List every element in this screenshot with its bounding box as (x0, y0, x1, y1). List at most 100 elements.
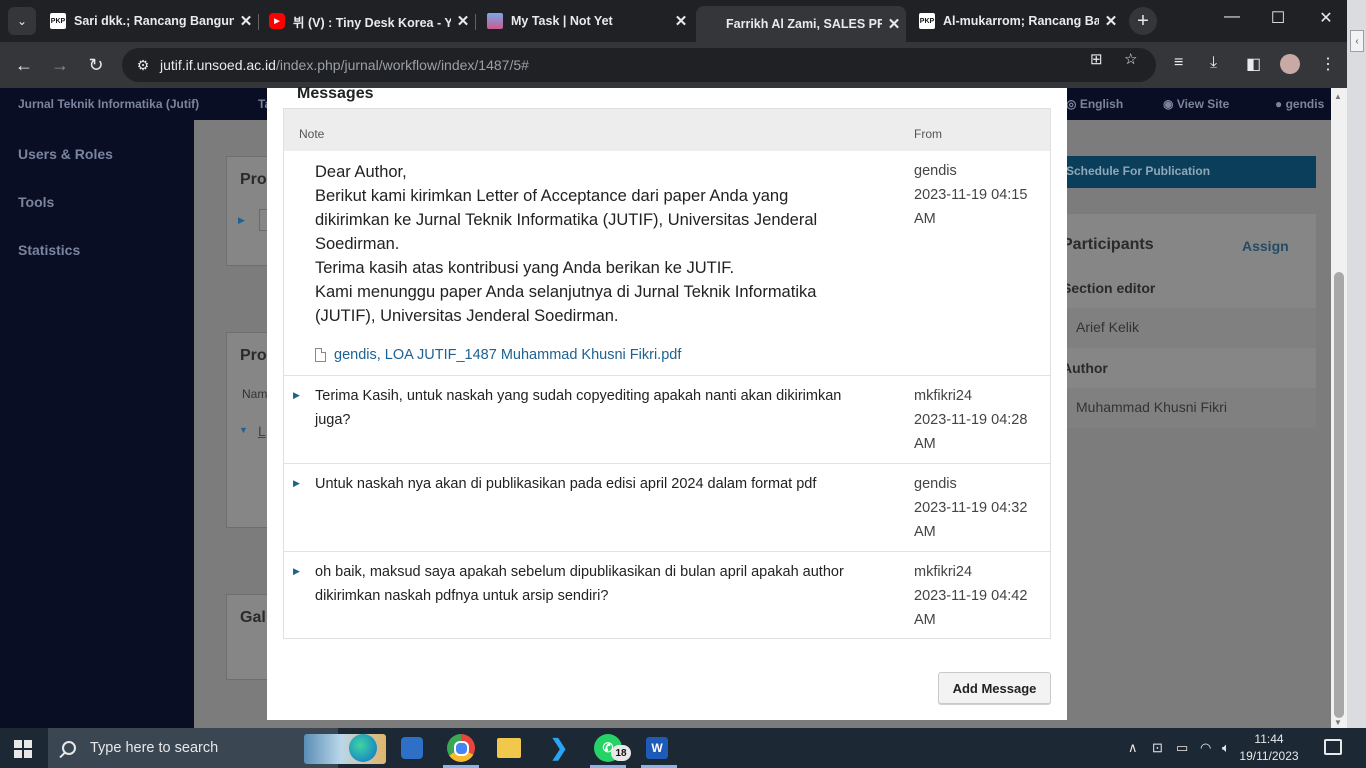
message-date: 2023-11-19 04:42 (914, 588, 1028, 604)
microsoft-word-icon[interactable]: W (646, 737, 668, 759)
expand-triangle-icon[interactable]: ▶ (238, 215, 245, 226)
expand-triangle-icon[interactable]: ▶ (293, 566, 300, 577)
message-from: mkfikri24 2023-11-19 04:42 AM (914, 560, 1034, 632)
close-tab-icon[interactable]: ✕ (234, 12, 258, 30)
message-line: Kami menunggu paper Anda selanjutnya di … (315, 283, 817, 301)
whatsapp-unread-badge: 18 (611, 745, 631, 761)
message-row[interactable]: ▶ oh baik, maksud saya apakah sebelum di… (284, 551, 1050, 638)
vscode-icon[interactable]: ❯ (545, 734, 573, 762)
message-line: dikirimkan ke Jurnal Teknik Informatika … (315, 211, 818, 229)
pkp-favicon-icon: PKP (919, 13, 935, 29)
media-controls-icon[interactable]: ≡ (1174, 54, 1183, 72)
messages-table: Note From Dear Author, Berikut kami kiri… (283, 108, 1051, 639)
file-link-partial[interactable]: L (258, 423, 266, 439)
modal-title: Messages (297, 85, 374, 102)
participant-group-label: Author (1062, 360, 1108, 376)
close-tab-icon[interactable]: ✕ (882, 15, 906, 33)
view-site-link[interactable]: ◉ View Site (1163, 97, 1229, 111)
column-header-from: From (914, 127, 942, 141)
tab-sari-rancang-bangun[interactable]: PKP Sari dkk.; Rancang Bangun ✕ (40, 6, 258, 36)
windows-start-icon[interactable] (14, 740, 32, 758)
minimize-window-icon[interactable]: — (1209, 8, 1255, 26)
message-date: 2023-11-19 04:28 (914, 412, 1028, 428)
message-row[interactable]: ▶ Untuk naskah nya akan di publikasikan … (284, 463, 1050, 551)
chrome-icon[interactable] (447, 734, 475, 762)
tab-al-mukarrom[interactable]: PKP Al-mukarrom; Rancang Ban ✕ (909, 6, 1123, 36)
address-bar[interactable]: ⚙ jutif.if.unsoed.ac.id/index.php/jurnal… (122, 48, 1156, 82)
search-placeholder: Type here to search (90, 740, 219, 756)
participants-panel: Participants Assign Section editor Arief… (1052, 214, 1316, 428)
participant-name: Arief Kelik (1076, 319, 1140, 335)
message-row[interactable]: ▶ Terima Kasih, untuk naskah yang sudah … (284, 375, 1050, 463)
message-sender: gendis (914, 163, 957, 179)
microsoft-store-icon[interactable] (401, 737, 423, 759)
close-tab-icon[interactable]: ✕ (669, 12, 693, 30)
message-from: gendis 2023-11-19 04:15 AM (914, 159, 1034, 231)
file-icon (315, 348, 326, 362)
attachment-link[interactable]: gendis, LOA JUTIF_1487 Muhammad Khusni F… (315, 347, 681, 363)
message-note: Terima Kasih, untuk naskah yang sudah co… (315, 388, 842, 428)
assign-link[interactable]: Assign (1242, 238, 1289, 254)
journal-title[interactable]: Jurnal Teknik Informatika (Jutif) (18, 97, 199, 111)
page-scrollbar-thumb[interactable] (1334, 272, 1344, 718)
close-window-icon[interactable]: ✕ (1303, 8, 1349, 28)
expand-triangle-icon[interactable]: ▼ (239, 425, 248, 435)
user-menu[interactable]: ● gendis (1275, 97, 1324, 111)
chrome-menu-icon[interactable]: ⋮ (1320, 54, 1336, 74)
message-from: mkfikri24 2023-11-19 04:28 AM (914, 384, 1034, 456)
close-tab-icon[interactable]: ✕ (451, 12, 475, 30)
language-menu[interactable]: ◎ English (1066, 97, 1123, 111)
attachment-filename[interactable]: gendis, LOA JUTIF_1487 Muhammad Khusni F… (334, 347, 681, 363)
column-header-note: Note (299, 127, 325, 141)
tab-farrikh-al-zami-active[interactable]: Farrikh Al Zami, SALES PRE ✕ (696, 6, 906, 42)
scroll-down-arrow-icon[interactable]: ▼ (1334, 718, 1342, 727)
tab-title: Farrikh Al Zami, SALES PRE (726, 17, 882, 31)
expand-triangle-icon[interactable]: ▶ (293, 478, 300, 489)
chevron-left-icon[interactable]: ‹ (1350, 30, 1364, 52)
close-tab-icon[interactable]: ✕ (1099, 12, 1123, 30)
maximize-window-icon[interactable]: ☐ (1255, 8, 1301, 28)
notification-center-icon[interactable] (1324, 739, 1342, 755)
downloads-icon[interactable]: ⤓ (1210, 54, 1217, 72)
expand-triangle-icon[interactable]: ▶ (293, 390, 300, 401)
participant-row[interactable]: Arief Kelik (1052, 308, 1316, 348)
schedule-for-publication-button[interactable]: Schedule For Publication (1052, 156, 1316, 188)
forward-arrow-icon[interactable]: → (47, 52, 73, 78)
message-row-expanded[interactable]: Dear Author, Berikut kami kirimkan Lette… (284, 151, 1050, 375)
new-tab-plus-icon[interactable]: + (1129, 7, 1157, 35)
pkp-favicon-icon: PKP (50, 13, 66, 29)
profile-avatar[interactable] (1280, 54, 1300, 74)
site-info-tune-icon[interactable]: ⚙ (126, 57, 160, 74)
name-column-partial: Nam (242, 387, 268, 401)
scroll-up-arrow-icon[interactable]: ▲ (1334, 92, 1342, 101)
url-text[interactable]: jutif.if.unsoed.ac.id/index.php/jurnal/w… (160, 57, 529, 73)
message-note: oh baik, maksud saya apakah sebelum dipu… (315, 564, 844, 604)
add-message-button[interactable]: Add Message (938, 672, 1051, 704)
participant-row[interactable]: Muhammad Khusni Fikri (1052, 388, 1316, 428)
translate-icon[interactable]: ⊞ (1090, 50, 1103, 68)
show-hidden-icons-chevron-icon[interactable]: ∧ (1128, 740, 1138, 756)
sidebar-item-users-roles[interactable]: Users & Roles (18, 146, 113, 162)
youtube-favicon-icon: ▶ (269, 13, 285, 29)
sidebar-item-statistics[interactable]: Statistics (18, 242, 80, 258)
wifi-icon[interactable]: ◠ (1200, 740, 1211, 756)
sidebar-item-tools[interactable]: Tools (18, 194, 54, 210)
tab-title: Sari dkk.; Rancang Bangun (74, 14, 234, 28)
taskbar-search-box[interactable]: Type here to search (48, 728, 386, 768)
side-panel-icon[interactable]: ◧ (1246, 54, 1261, 74)
message-line: (JUTIF), Universitas Jenderal Soedirman. (315, 307, 619, 325)
reload-icon[interactable]: ↻ (83, 52, 109, 78)
battery-icon[interactable]: ▭ (1176, 740, 1188, 756)
tab-search-chevron-icon[interactable]: ⌄ (8, 7, 36, 35)
tab-my-task[interactable]: My Task | Not Yet ✕ (477, 6, 693, 36)
tab-title: Al-mukarrom; Rancang Ban (943, 14, 1099, 28)
file-explorer-icon[interactable] (497, 738, 521, 758)
edge-browser-icon[interactable] (349, 734, 377, 762)
volume-icon[interactable]: 🔈︎ (1222, 740, 1230, 756)
taskbar-clock[interactable]: 11:44 19/11/2023 (1236, 731, 1302, 765)
bookmark-star-icon[interactable]: ☆ (1124, 50, 1137, 68)
meet-now-icon[interactable]: ⊡ (1152, 740, 1163, 756)
back-arrow-icon[interactable]: ← (11, 52, 37, 78)
clock-time: 11:44 (1254, 732, 1284, 746)
tab-tiny-desk-korea[interactable]: ▶ 뷔 (V) : Tiny Desk Korea - Y ✕ (259, 6, 475, 36)
